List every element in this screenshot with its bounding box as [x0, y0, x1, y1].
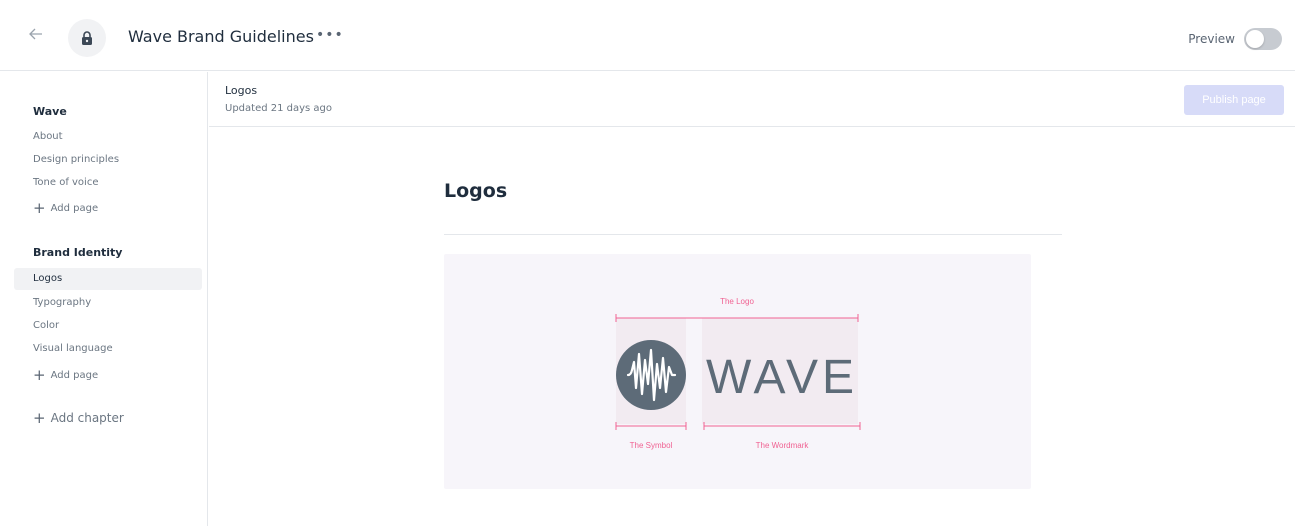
symbol-label: The Symbol: [630, 441, 673, 450]
plus-icon: +: [33, 366, 46, 384]
plus-icon: +: [33, 199, 46, 217]
preview-label: Preview: [1188, 32, 1235, 46]
add-chapter-label: Add chapter: [50, 411, 124, 425]
lock-icon: [82, 31, 92, 45]
sidebar-item-color[interactable]: Color: [14, 315, 202, 337]
add-page-button[interactable]: + Add page: [33, 366, 99, 384]
logo-anatomy-diagram: The Logo The Symbol The Wordmark WAVE: [615, 297, 861, 450]
logo-label: The Logo: [720, 297, 754, 306]
chapter-title-brand-identity[interactable]: Brand Identity: [33, 246, 122, 259]
arrow-left-icon[interactable]: [28, 26, 48, 46]
preview-toggle[interactable]: [1244, 28, 1282, 50]
wave-symbol: [616, 340, 686, 410]
wordmark-label: The Wordmark: [756, 441, 810, 450]
sidebar-item-design-principles[interactable]: Design principles: [14, 149, 202, 171]
add-page-label: Add page: [50, 369, 99, 381]
app-title[interactable]: Wave Brand Guidelines: [128, 27, 314, 46]
wordmark-text: WAVE: [706, 351, 858, 404]
divider: [444, 234, 1062, 235]
sidebar-item-visual-language[interactable]: Visual language: [14, 338, 202, 360]
page-updated-timestamp: Updated 21 days ago: [225, 103, 333, 114]
add-page-button[interactable]: + Add page: [33, 199, 99, 217]
sidebar-item-about[interactable]: About: [14, 126, 202, 148]
top-bar: Wave Brand Guidelines ••• Preview: [0, 0, 1295, 71]
toggle-knob: [1246, 30, 1264, 48]
page-header: Logos Updated 21 days ago Publish page: [209, 72, 1295, 127]
sidebar: Wave About Design principles Tone of voi…: [0, 72, 208, 526]
add-page-label: Add page: [50, 202, 99, 214]
more-options-button[interactable]: •••: [316, 27, 344, 43]
add-chapter-button[interactable]: + Add chapter: [33, 409, 124, 427]
chapter-title-wave[interactable]: Wave: [33, 105, 67, 118]
publish-page-button[interactable]: Publish page: [1184, 85, 1284, 115]
page-name: Logos: [225, 84, 258, 97]
sidebar-item-logos[interactable]: Logos: [14, 268, 202, 290]
logo-diagram-card[interactable]: The Logo The Symbol The Wordmark WAVE: [444, 254, 1031, 489]
page-title: Logos: [444, 180, 508, 202]
lock-button[interactable]: [68, 19, 106, 57]
sidebar-item-tone-of-voice[interactable]: Tone of voice: [14, 172, 202, 194]
sidebar-item-typography[interactable]: Typography: [14, 292, 202, 314]
plus-icon: +: [33, 409, 46, 427]
